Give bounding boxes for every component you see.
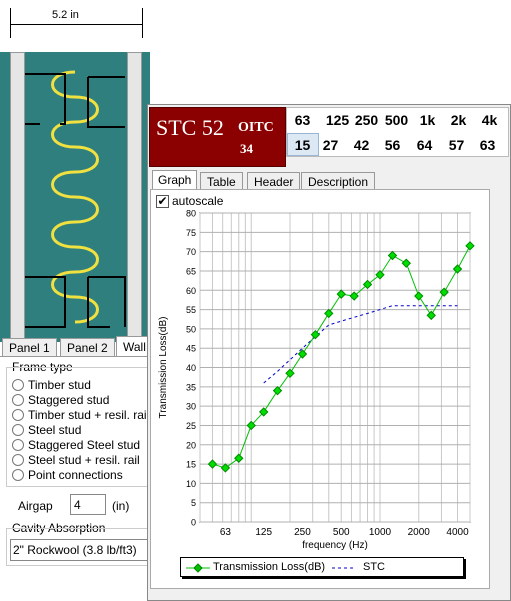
band-value-cell[interactable]: 64 — [408, 137, 441, 153]
radio-timber-stud-resil-rail[interactable]: Timber stud + resil. rail — [12, 408, 150, 422]
chart-area: 0 5 10 15 20 25 30 35 40 45 50 55 60 65 70 75 80 63 125 250… — [150, 205, 490, 588]
x-axis-label: frequency (Hz) — [302, 540, 368, 551]
tab-graph[interactable]: Graph — [152, 170, 198, 190]
radio-point-connections[interactable]: Point connections — [12, 468, 123, 482]
band-frequency-cell: 63 — [294, 112, 311, 128]
y-tick-label: 20 — [186, 440, 196, 450]
radio-button[interactable] — [12, 469, 24, 481]
band-table-value-row: 15 27 42 56 64 57 63 — [286, 132, 509, 157]
y-tick-label: 25 — [186, 421, 196, 431]
radio-button[interactable] — [12, 409, 24, 421]
band-value-cell[interactable]: 27 — [314, 137, 347, 153]
band-frequency-cell: 4k — [481, 112, 498, 128]
radio-timber-stud[interactable]: Timber stud — [12, 378, 91, 392]
y-tick-label: 35 — [186, 382, 196, 392]
airgap-unit: (in) — [112, 499, 130, 513]
y-tick-label: 65 — [186, 266, 196, 276]
x-tick-label: 500 — [333, 527, 350, 538]
band-frequency-cell: 2k — [450, 112, 467, 128]
y-tick-label: 5 — [191, 498, 196, 508]
band-value-cell[interactable]: 57 — [440, 137, 473, 153]
dimension-tick-right — [142, 8, 143, 38]
radio-button[interactable] — [12, 454, 24, 466]
x-tick-label: 125 — [255, 527, 272, 538]
radio-button[interactable] — [12, 379, 24, 391]
dimension-line — [10, 24, 142, 25]
stud-frames — [25, 73, 126, 328]
radio-steel-stud[interactable]: Steel stud — [12, 423, 81, 437]
tab-panel-2[interactable]: Panel 2 — [60, 338, 115, 358]
studs-and-insulation — [25, 70, 126, 328]
y-tick-label: 15 — [186, 460, 196, 470]
radio-button[interactable] — [12, 394, 24, 406]
radio-staggered-steel-stud[interactable]: Staggered Steel stud — [12, 438, 140, 452]
band-frequency-cell: 250 — [354, 112, 379, 128]
y-tick-label: 50 — [186, 324, 196, 334]
x-tick-label: 63 — [220, 527, 232, 538]
band-frequency-cell: 1k — [419, 112, 436, 128]
oitc-label: OITC — [238, 120, 274, 135]
x-tick-label: 250 — [294, 527, 311, 538]
width-dimension-label: 5.2 in — [52, 9, 79, 21]
band-value-cell[interactable]: 63 — [471, 137, 504, 153]
y-tick-label: 70 — [186, 247, 196, 257]
y-tick-label: 75 — [186, 228, 196, 238]
legend-tl-marker — [186, 563, 210, 573]
radio-staggered-stud[interactable]: Staggered stud — [12, 393, 109, 407]
legend-stc-label: STC — [363, 561, 385, 573]
y-tick-label: 55 — [186, 305, 196, 315]
insulation-squiggle — [51, 70, 99, 324]
transmission-loss-chart: 0 5 10 15 20 25 30 35 40 45 50 55 60 65 70 75 80 63 125 250… — [158, 209, 475, 551]
y-tick-label: 0 — [191, 518, 196, 528]
band-value-cell[interactable]: 42 — [345, 137, 378, 153]
y-tick-label: 60 — [186, 286, 196, 296]
y-tick-label: 30 — [186, 402, 196, 412]
radio-steel-stud-resil-rail[interactable]: Steel stud + resil. rail — [12, 453, 140, 467]
dimension-tick-left — [10, 8, 11, 38]
y-tick-label: 80 — [186, 209, 196, 219]
legend-stc-marker — [332, 567, 356, 569]
band-value-cell[interactable]: 56 — [376, 137, 409, 153]
band-frequency-cell: 500 — [384, 112, 409, 128]
x-tick-label: 2000 — [408, 527, 431, 538]
y-tick-label: 40 — [186, 363, 196, 373]
x-tick-label: 1000 — [369, 527, 392, 538]
stc-label: STC 52 — [156, 115, 224, 140]
band-table-frequency-row: 63 125 250 500 1k 2k 4k — [286, 107, 509, 132]
chart-legend: Transmission Loss(dB) STC — [180, 557, 464, 577]
radio-button[interactable] — [12, 424, 24, 436]
radio-button[interactable] — [12, 439, 24, 451]
y-axis-label: Transmission Loss(dB) — [158, 317, 169, 419]
cavity-absorption-select[interactable]: 2" Rockwool (3.8 lb/ft3) — [10, 539, 150, 561]
airgap-label: Airgap — [18, 499, 53, 513]
legend-tl-label: Transmission Loss(dB) — [213, 561, 326, 573]
airgap-input[interactable] — [70, 494, 106, 515]
y-tick-label: 45 — [186, 344, 196, 354]
y-tick-label: 10 — [186, 479, 196, 489]
tab-panel-1[interactable]: Panel 1 — [2, 338, 57, 358]
wall-diagram: 5.2 in — [0, 0, 150, 342]
x-tick-label: 4000 — [446, 527, 469, 538]
oitc-value: 34 — [240, 141, 253, 156]
